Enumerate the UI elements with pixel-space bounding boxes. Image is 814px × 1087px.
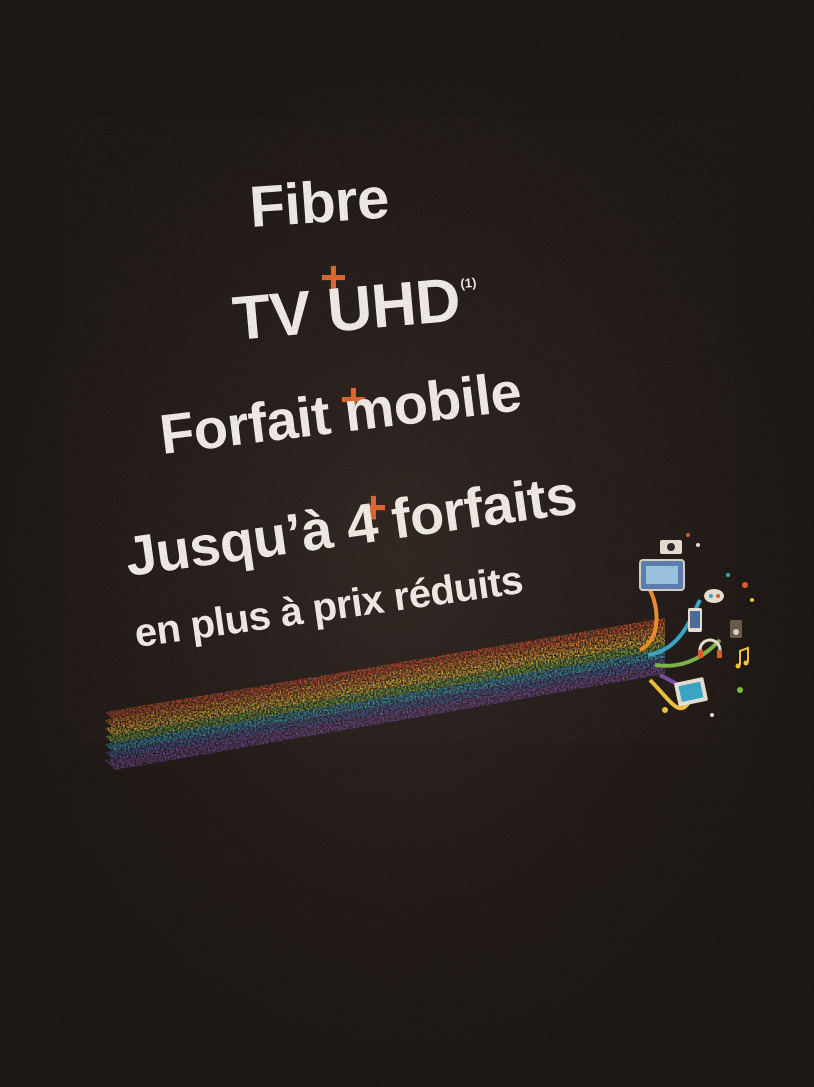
tv-uhd-text: TV UHD (229, 265, 463, 355)
headline-line-tv-uhd: TV UHD(1) (230, 263, 481, 355)
footnote-marker: (1) (459, 275, 477, 292)
headline: Fibre + TV UHD(1) + Forfait mobile + Jus… (0, 0, 814, 1087)
poster: Fibre + TV UHD(1) + Forfait mobile + Jus… (0, 0, 814, 1087)
headline-line-fibre: Fibre (247, 165, 391, 241)
